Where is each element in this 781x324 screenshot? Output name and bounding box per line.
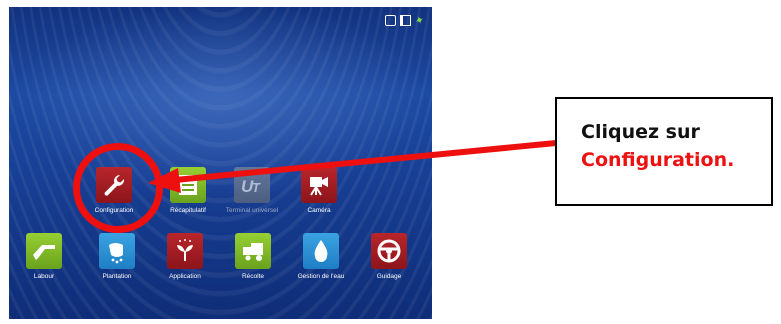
terminal-universel-app-button[interactable]: U T: [234, 167, 270, 203]
recapitulatif-label: Récapitulatif: [170, 207, 206, 214]
combine-icon: [243, 243, 263, 261]
camera-app-button[interactable]: [301, 167, 337, 203]
terminal-universel-label: Terminal universel: [225, 207, 279, 214]
list-summary-icon: [179, 175, 197, 195]
usb-icon: [384, 15, 396, 26]
callout-text: Cliquez sur: [581, 121, 700, 143]
guidage-label: Guidage: [376, 273, 402, 280]
gestion-de-leau-label: Gestion de l'eau: [297, 273, 345, 280]
application-label: Application: [169, 273, 201, 280]
display-screen: ✦ Configuration Récapitulatif U T Termin…: [9, 7, 432, 319]
labour-app-button[interactable]: [26, 233, 62, 269]
camera-icon: [310, 177, 328, 196]
sd-card-icon: [399, 15, 411, 26]
steering-wheel-icon: [377, 239, 401, 263]
plow-icon: [33, 245, 55, 260]
gps-satellite-icon: ✦: [413, 13, 426, 29]
recolte-app-button[interactable]: [235, 233, 271, 269]
gestion-de-leau-app-button[interactable]: [303, 233, 339, 269]
highlight-circle: [73, 143, 163, 233]
recolte-label: Récolte: [241, 273, 265, 280]
status-bar: ✦: [384, 13, 426, 29]
instruction-callout: Cliquez sur Configuration.: [555, 97, 773, 206]
camera-label: Caméra: [307, 207, 331, 214]
application-app-button[interactable]: [167, 233, 203, 269]
svg-text:T: T: [252, 180, 261, 195]
guidage-app-button[interactable]: [371, 233, 407, 269]
callout-highlight-text: Configuration.: [581, 149, 735, 171]
plantation-label: Plantation: [102, 273, 132, 280]
water-drop-icon: [314, 240, 328, 262]
sprout-spray-icon: [177, 239, 193, 261]
ut-icon: U T: [241, 177, 261, 196]
plantation-app-button[interactable]: [99, 233, 135, 269]
labour-label: Labour: [33, 273, 55, 280]
recapitulatif-app-button[interactable]: [170, 167, 206, 203]
planting-hand-icon: [109, 243, 123, 264]
